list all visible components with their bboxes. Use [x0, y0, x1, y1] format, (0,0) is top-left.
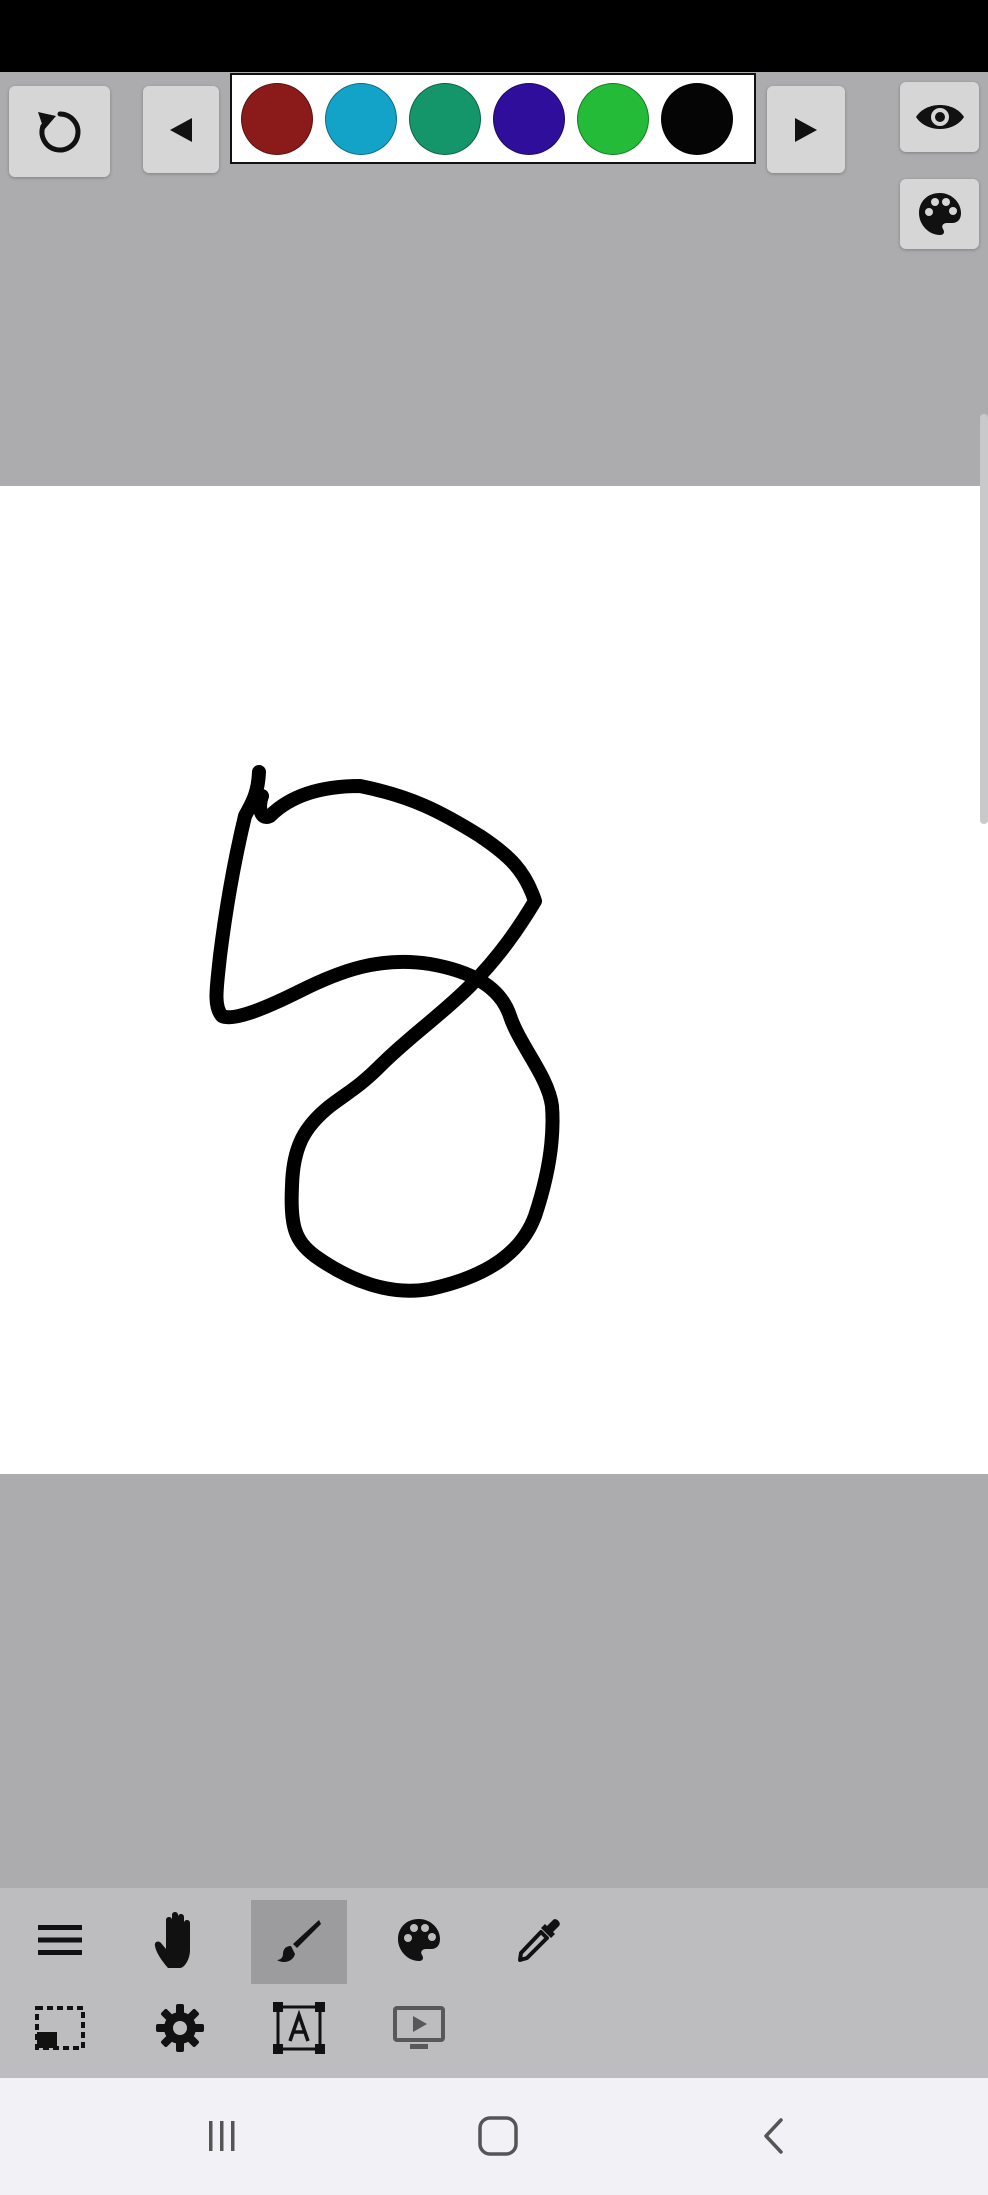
home-button[interactable]	[468, 2108, 528, 2168]
canvas-scrollbar[interactable]	[980, 414, 988, 824]
hand-icon	[152, 1910, 208, 1974]
palette-prev-button[interactable]	[143, 86, 219, 173]
undo-button[interactable]	[9, 86, 110, 177]
swatch-3[interactable]	[409, 83, 481, 155]
palette-button[interactable]	[900, 179, 979, 249]
eyedropper-tool-button[interactable]	[491, 1900, 587, 1984]
chevron-left-icon	[754, 2116, 794, 2160]
recent-apps-icon	[202, 2116, 242, 2160]
hamburger-icon	[36, 1922, 84, 1962]
eyedropper-icon	[515, 1916, 563, 1968]
play-screen-icon	[392, 2005, 446, 2055]
swatch-6[interactable]	[661, 83, 733, 155]
drawing-layer	[209, 765, 560, 1298]
selection-tool-button[interactable]	[12, 1988, 108, 2072]
bottom-toolbar	[0, 1888, 988, 2078]
menu-button[interactable]	[12, 1900, 108, 1984]
swatch-5[interactable]	[577, 83, 649, 155]
eye-icon	[914, 97, 966, 137]
paint-app-screen	[0, 0, 988, 2195]
recent-apps-button[interactable]	[192, 2108, 252, 2168]
gear-icon	[154, 2002, 206, 2058]
text-tool-button[interactable]	[251, 1988, 347, 2072]
color-swatch-panel	[230, 73, 756, 164]
system-nav-bar	[0, 2078, 988, 2195]
palette-next-button[interactable]	[767, 86, 845, 173]
text-frame-icon	[272, 2001, 326, 2059]
brush-tool-button[interactable]	[251, 1900, 347, 1984]
settings-button[interactable]	[132, 1988, 228, 2072]
pan-tool-button[interactable]	[132, 1900, 228, 1984]
swatch-2[interactable]	[325, 83, 397, 155]
present-button[interactable]	[371, 1988, 467, 2072]
triangle-right-icon	[791, 115, 821, 145]
color-tool-button[interactable]	[371, 1900, 467, 1984]
palette-icon	[916, 190, 964, 238]
drawing-canvas[interactable]	[0, 486, 988, 1474]
status-bar	[0, 0, 988, 72]
triangle-left-icon	[166, 115, 196, 145]
visibility-button[interactable]	[900, 82, 979, 152]
home-icon	[476, 2114, 520, 2162]
swatch-1[interactable]	[241, 83, 313, 155]
back-button[interactable]	[744, 2108, 804, 2168]
swatch-4[interactable]	[493, 83, 565, 155]
palette-icon	[395, 1916, 443, 1968]
selection-icon	[34, 2005, 86, 2055]
brush-icon	[275, 1916, 323, 1968]
drawn-stroke	[209, 765, 560, 1298]
undo-icon	[32, 104, 88, 160]
